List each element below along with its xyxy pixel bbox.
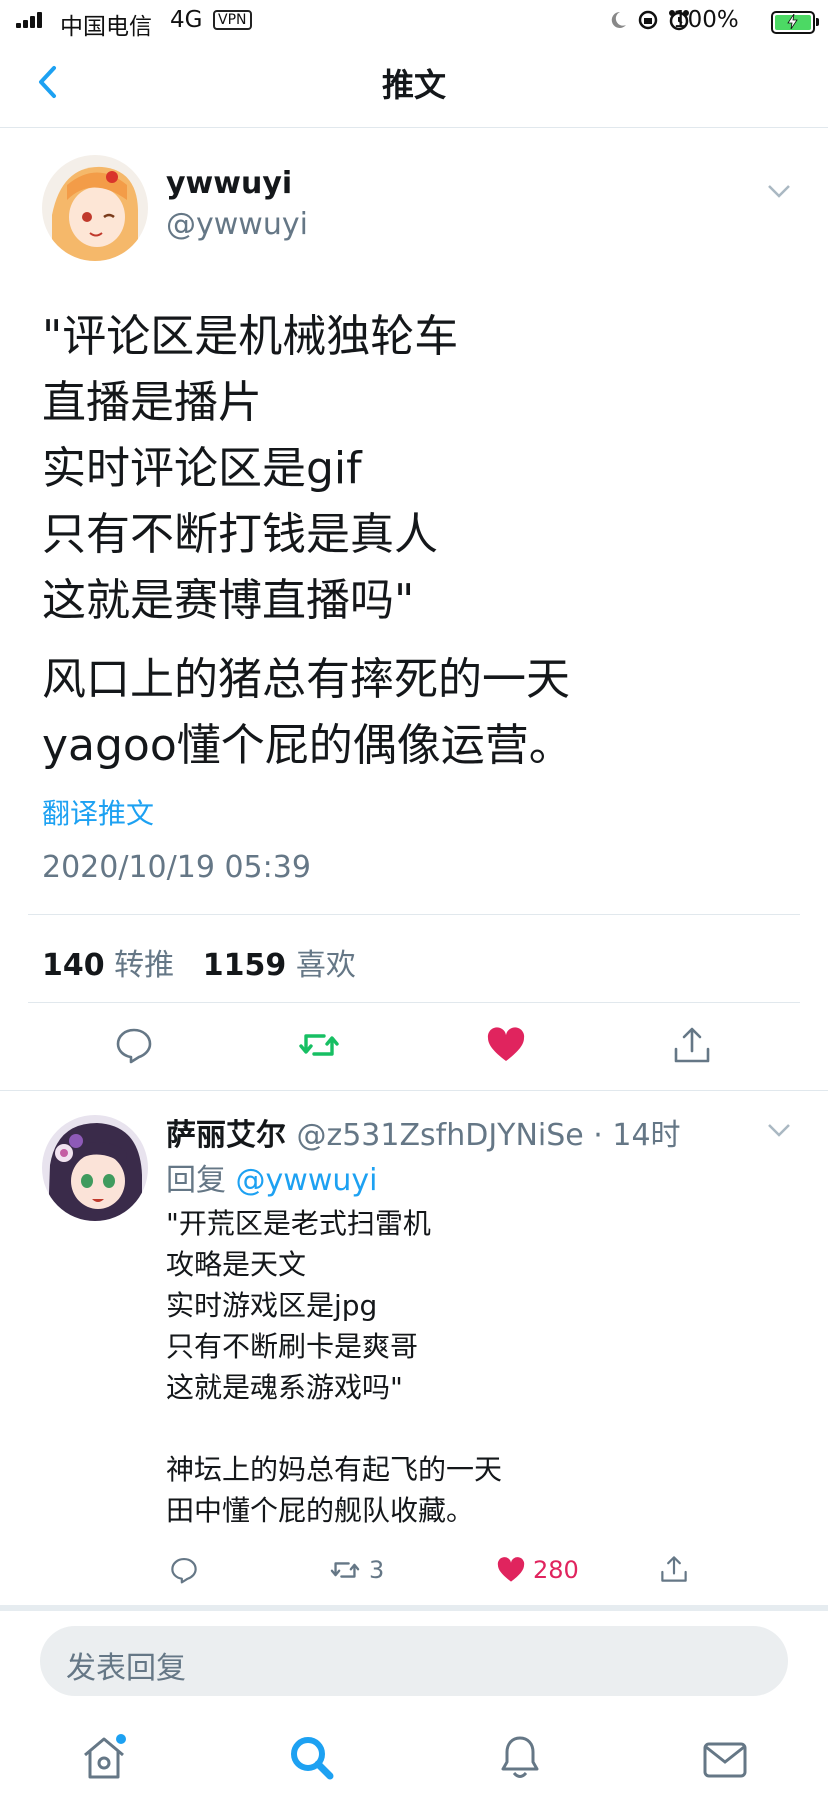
retweet-icon[interactable]: [297, 1023, 341, 1067]
battery-percent: 100%: [673, 7, 739, 33]
author-avatar[interactable]: [42, 155, 148, 261]
page-title: 推文: [381, 66, 446, 104]
reply-author-avatar[interactable]: [42, 1115, 148, 1221]
reply-composer-input[interactable]: 发表回复: [40, 1626, 788, 1696]
signal-icon: [16, 12, 48, 28]
chevron-down-icon[interactable]: [766, 183, 792, 199]
nav-divider: [0, 127, 828, 128]
tweet-text-paragraph-2: 风口上的猪总有摔死的一天 yagoo懂个屁的偶像运营。: [42, 654, 573, 771]
retweet-label[interactable]: 转推: [114, 948, 174, 983]
divider: [28, 1002, 800, 1003]
reply-text: "开荒区是老式扫雷机 攻略是天文 实时游戏区是jpg 只有不断刷卡是爽哥 这就是…: [166, 1207, 503, 1527]
reply-author-handle-time[interactable]: @z531ZsfhDJYNiSe · 14时: [296, 1118, 680, 1153]
status-bar: 中国电信 4G VPN 100%: [0, 0, 828, 42]
divider: [0, 1090, 828, 1091]
messages-mail-icon[interactable]: [700, 1735, 750, 1785]
reply-like-count[interactable]: 280: [533, 1556, 579, 1584]
home-icon[interactable]: [79, 1733, 129, 1783]
retweet-count[interactable]: 140: [42, 948, 105, 983]
like-count[interactable]: 1159: [203, 948, 287, 983]
reply-icon[interactable]: [112, 1023, 156, 1067]
retweet-icon[interactable]: [328, 1554, 362, 1586]
tweet-text-paragraph-1: "评论区是机械独轮车 直播是播片 实时评论区是gif 只有不断打钱是真人 这就是…: [42, 311, 459, 626]
composer-placeholder: 发表回复: [66, 1651, 186, 1686]
reply-author-name[interactable]: 萨丽艾尔: [166, 1118, 286, 1153]
carrier-label: 中国电信: [60, 14, 152, 40]
like-icon[interactable]: [494, 1554, 528, 1586]
chevron-down-icon[interactable]: [766, 1122, 792, 1138]
moon-icon: [611, 11, 626, 28]
author-handle[interactable]: @ywwuyi: [166, 207, 308, 242]
search-icon[interactable]: [287, 1733, 337, 1783]
tweet-stats: 140 转推 1159 喜欢: [42, 940, 356, 984]
author-name[interactable]: ywwuyi: [166, 166, 292, 201]
share-icon[interactable]: [670, 1023, 714, 1067]
composer-separator: [0, 1605, 828, 1611]
like-icon[interactable]: [484, 1023, 528, 1067]
vpn-badge: VPN: [213, 10, 252, 30]
divider: [28, 914, 800, 915]
reply-prefix: 回复: [166, 1163, 226, 1198]
reply-retweet-count[interactable]: 3: [369, 1556, 384, 1584]
battery-icon: [771, 11, 819, 34]
share-icon[interactable]: [658, 1552, 690, 1586]
notifications-bell-icon[interactable]: [495, 1733, 545, 1783]
reply-to-line: 回复 @ywwuyi: [166, 1155, 377, 1199]
rotation-lock-icon: [638, 10, 658, 30]
like-label[interactable]: 喜欢: [296, 948, 356, 983]
network-label: 4G: [170, 7, 203, 33]
translate-link[interactable]: 翻译推文: [42, 792, 154, 832]
tweet-timestamp: 2020/10/19 05:39: [42, 850, 311, 885]
reply-author-line: 萨丽艾尔 @z531ZsfhDJYNiSe · 14时: [166, 1110, 681, 1154]
reply-to-mention[interactable]: @ywwuyi: [236, 1163, 378, 1198]
reply-icon[interactable]: [168, 1554, 200, 1586]
